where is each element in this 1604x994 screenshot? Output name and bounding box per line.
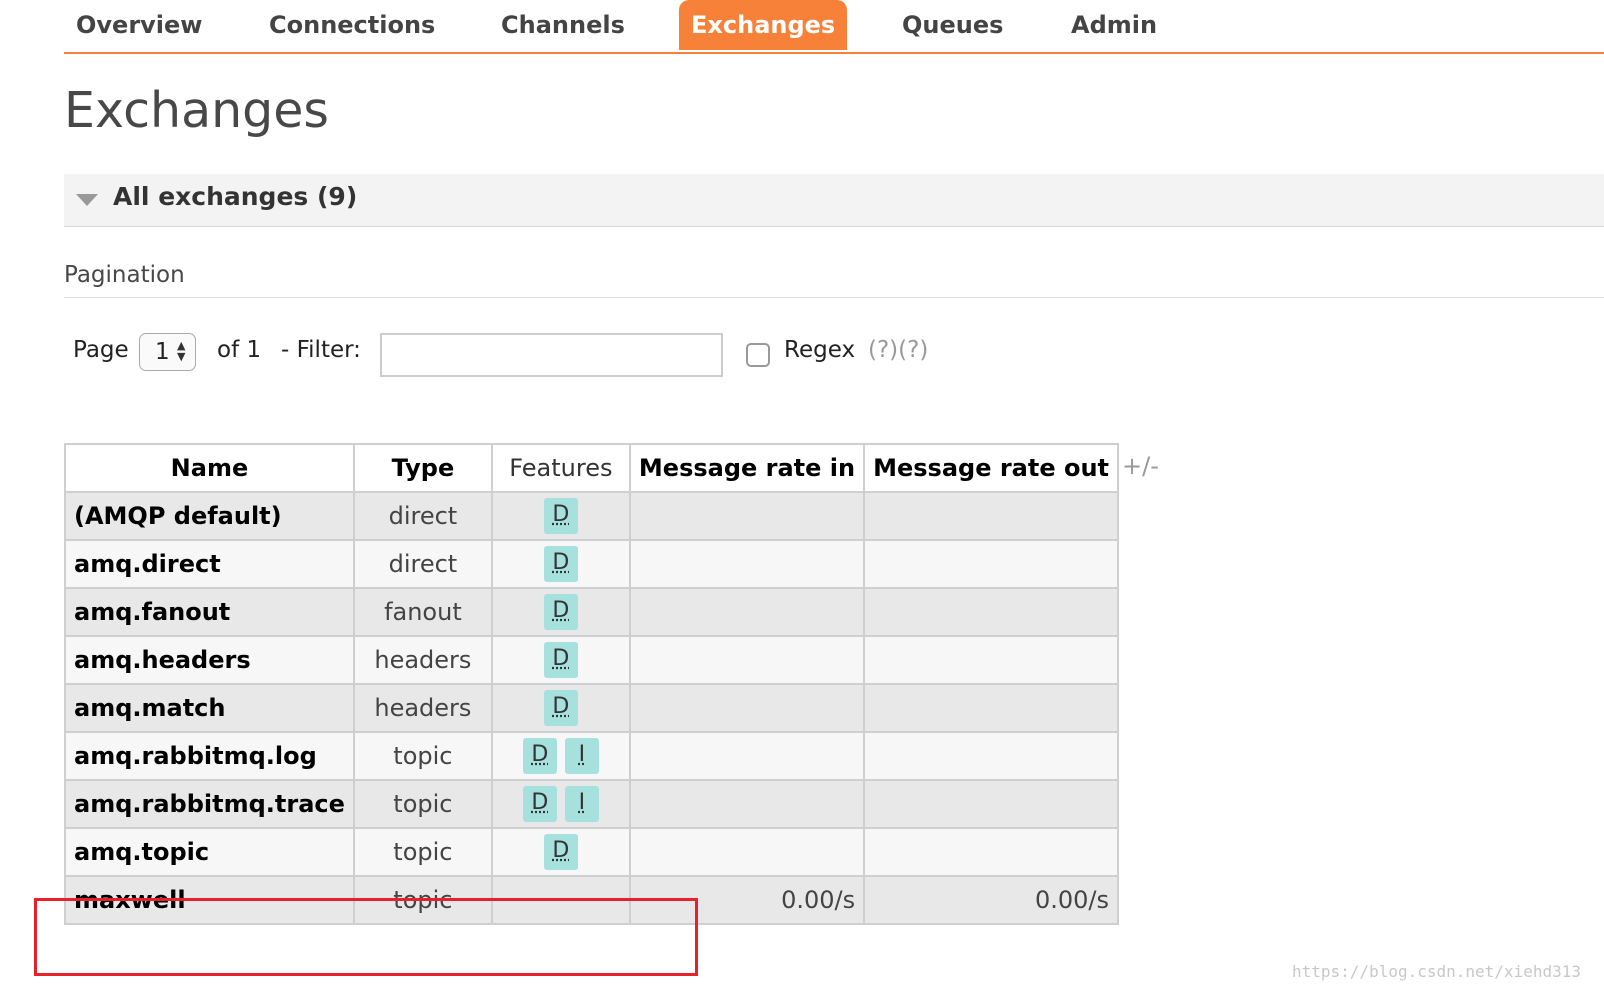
durable-badge: D — [543, 498, 578, 534]
table-row: amq.rabbitmq.trace topic DI — [64, 779, 1120, 829]
exchange-type: topic — [352, 827, 493, 877]
table-header-row: Name Type Features Message rate in Messa… — [64, 443, 1120, 493]
column-header-type[interactable]: Type — [352, 443, 493, 493]
column-header-features: Features — [490, 443, 631, 493]
exchange-name-link[interactable]: amq.topic — [64, 827, 355, 877]
durable-badge: D — [543, 546, 578, 582]
rate-in-cell — [628, 491, 866, 541]
exchange-name-link[interactable]: amq.rabbitmq.trace — [64, 779, 355, 829]
exchange-type: topic — [352, 779, 493, 829]
tab-connections[interactable]: Connections — [257, 0, 447, 50]
table-row: amq.match headers D — [64, 683, 1120, 733]
rate-in-cell — [628, 539, 866, 589]
filter-label: - Filter: — [281, 337, 361, 363]
watermark: https://blog.csdn.net/xiehd313 — [1292, 962, 1581, 981]
tab-channels[interactable]: Channels — [489, 0, 637, 50]
rate-out-cell — [863, 539, 1120, 589]
rate-in-cell — [628, 827, 866, 877]
collapse-triangle-icon — [76, 194, 98, 206]
column-header-rate-out[interactable]: Message rate out — [863, 443, 1120, 493]
exchange-name-link[interactable]: amq.fanout — [64, 587, 355, 637]
features-cell: D — [490, 635, 631, 685]
exchange-type: fanout — [352, 587, 493, 637]
rate-out-cell: 0.00/s — [863, 875, 1120, 925]
column-header-name[interactable]: Name — [64, 443, 355, 493]
rate-in-cell — [628, 587, 866, 637]
tab-admin[interactable]: Admin — [1059, 0, 1169, 50]
select-arrows-icon: ▲ ▼ — [177, 339, 186, 363]
exchange-type: direct — [352, 539, 493, 589]
regex-label: Regex — [784, 337, 856, 363]
exchange-type: topic — [352, 731, 493, 781]
rate-in-cell — [628, 731, 866, 781]
exchange-name-link[interactable]: (AMQP default) — [64, 491, 355, 541]
rate-out-cell — [863, 587, 1120, 637]
page-select-value: 1 — [155, 339, 170, 365]
exchange-name-link[interactable]: amq.direct — [64, 539, 355, 589]
exchange-type: direct — [352, 491, 493, 541]
features-cell: D — [490, 683, 631, 733]
features-cell: DI — [490, 779, 631, 829]
tab-overview[interactable]: Overview — [64, 0, 214, 50]
regex-checkbox[interactable] — [746, 343, 770, 367]
table-row: amq.direct direct D — [64, 539, 1120, 589]
rate-out-cell — [863, 779, 1120, 829]
page-title: Exchanges — [64, 82, 329, 139]
exchange-name-link[interactable]: amq.match — [64, 683, 355, 733]
page-label: Page — [73, 337, 129, 363]
all-exchanges-section-toggle[interactable]: All exchanges (9) — [64, 174, 1604, 227]
section-title: All exchanges (9) — [113, 182, 358, 211]
features-cell: D — [490, 587, 631, 637]
durable-badge: D — [543, 642, 578, 678]
durable-badge: D — [522, 786, 557, 822]
page-count-label: of 1 — [217, 337, 262, 363]
highlight-annotation-box — [34, 898, 698, 976]
table-row: amq.headers headers D — [64, 635, 1120, 685]
filter-input[interactable] — [380, 333, 723, 377]
durable-badge: D — [543, 834, 578, 870]
exchange-name-link[interactable]: amq.rabbitmq.log — [64, 731, 355, 781]
pagination-divider — [64, 297, 1604, 298]
table-row: amq.fanout fanout D — [64, 587, 1120, 637]
tab-exchanges[interactable]: Exchanges — [679, 0, 848, 50]
table-row: (AMQP default) direct D — [64, 491, 1120, 541]
table-row: amq.topic topic D — [64, 827, 1120, 877]
durable-badge: D — [543, 690, 578, 726]
rate-out-cell — [863, 635, 1120, 685]
column-header-rate-in[interactable]: Message rate in — [628, 443, 866, 493]
rate-out-cell — [863, 491, 1120, 541]
rate-out-cell — [863, 683, 1120, 733]
exchange-type: headers — [352, 635, 493, 685]
features-cell: D — [490, 827, 631, 877]
internal-badge: I — [564, 738, 599, 774]
toggle-columns-link[interactable]: +/- — [1122, 452, 1159, 480]
durable-badge: D — [543, 594, 578, 630]
features-cell: DI — [490, 731, 631, 781]
tab-queues[interactable]: Queues — [890, 0, 1015, 50]
regex-help-link[interactable]: (?)(?) — [868, 337, 928, 363]
features-cell: D — [490, 491, 631, 541]
pagination-heading: Pagination — [64, 262, 185, 288]
rate-in-cell — [628, 635, 866, 685]
main-nav-tabs: Overview Connections Channels Exchanges … — [64, 0, 1604, 54]
internal-badge: I — [564, 786, 599, 822]
page-select[interactable]: 1 ▲ ▼ — [139, 333, 196, 371]
durable-badge: D — [522, 738, 557, 774]
rate-out-cell — [863, 827, 1120, 877]
features-cell: D — [490, 539, 631, 589]
rate-in-cell — [628, 683, 866, 733]
exchange-name-link[interactable]: amq.headers — [64, 635, 355, 685]
rate-out-cell — [863, 731, 1120, 781]
rate-in-cell — [628, 779, 866, 829]
exchange-type: headers — [352, 683, 493, 733]
exchanges-table: Name Type Features Message rate in Messa… — [64, 443, 1120, 925]
table-row: amq.rabbitmq.log topic DI — [64, 731, 1120, 781]
